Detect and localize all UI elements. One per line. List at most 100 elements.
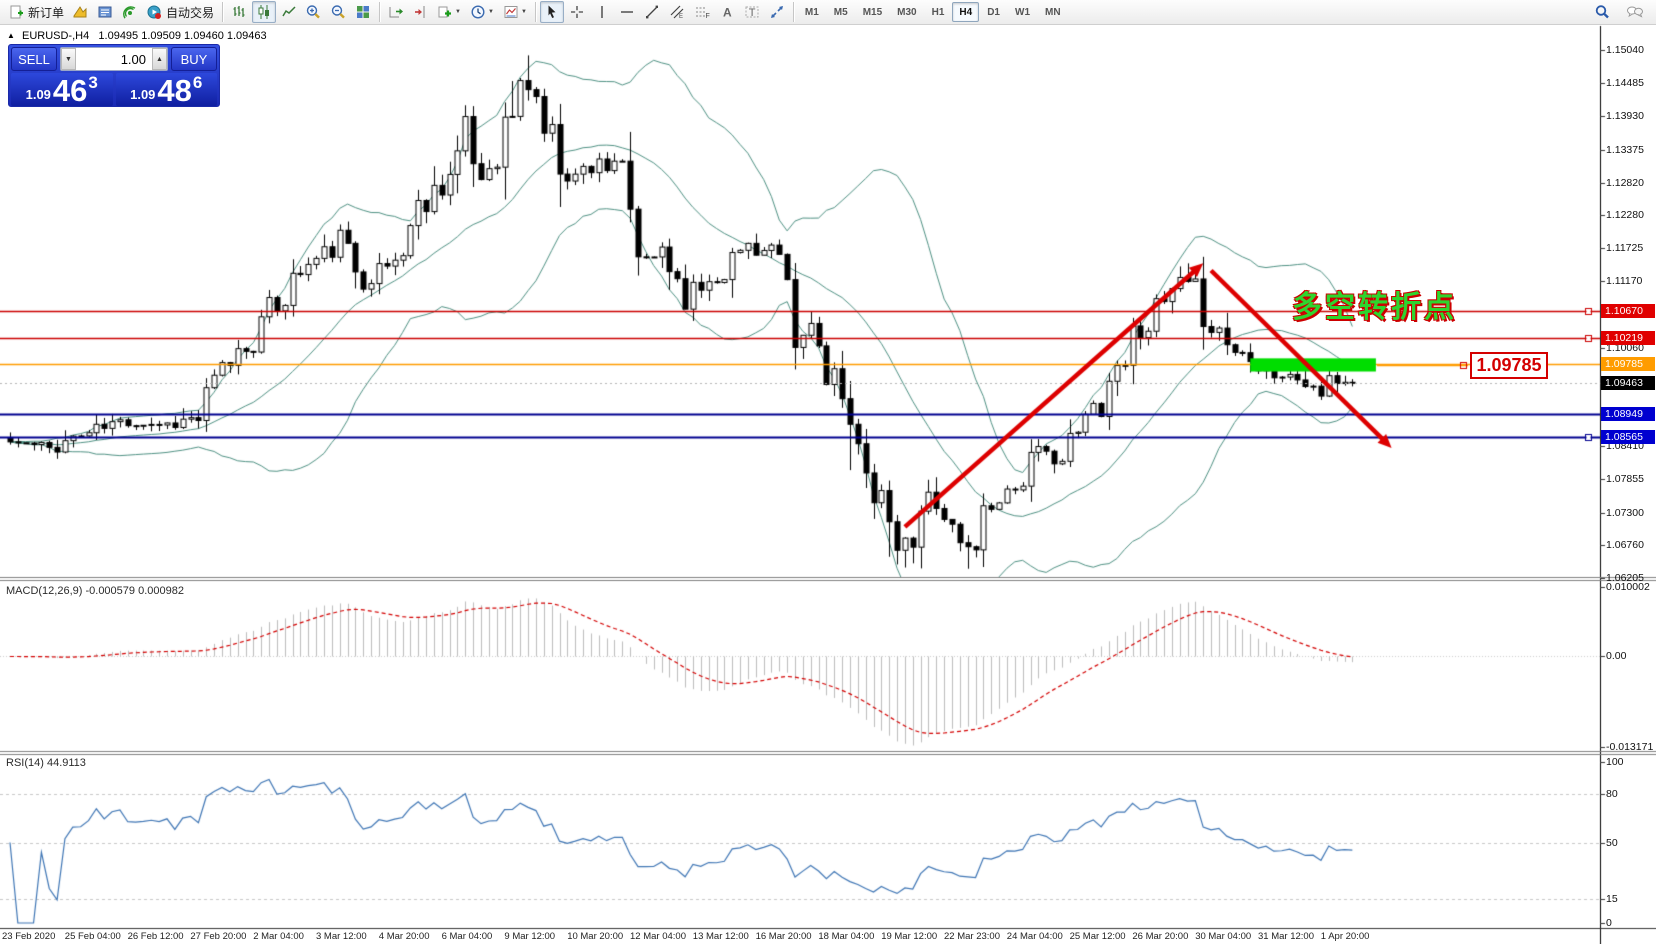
periods-button[interactable]: ▼ (466, 1, 498, 23)
volume-input[interactable]: 1.00 (76, 48, 152, 70)
svg-text:T: T (749, 7, 756, 19)
zoom-in-icon (305, 4, 321, 20)
label-button[interactable]: T (740, 1, 764, 23)
turning-point-annotation: 多空转折点 (1292, 282, 1457, 326)
timeframe-mn-button[interactable]: MN (1038, 2, 1068, 22)
toolbar-separator (793, 2, 794, 22)
chart-shift-button[interactable] (409, 1, 433, 23)
auto-scroll-button[interactable] (384, 1, 408, 23)
toolbar-separator (222, 2, 223, 22)
auto-trading-label: 自动交易 (166, 4, 214, 21)
vertical-line-icon (594, 4, 610, 20)
volume-stepper: ▼ 1.00 ▲ (60, 47, 168, 71)
buy-price-main: 48 (157, 76, 191, 105)
channel-button[interactable]: E (665, 1, 689, 23)
navigator-button[interactable] (118, 1, 142, 23)
timeframe-m15-button[interactable]: M15 (856, 2, 889, 22)
volume-increase-button[interactable]: ▲ (152, 48, 167, 70)
toolbar: 新订单 自动交易 ▼ ▼ ▼ E F A T M1M5M15M30H1H4D1W1MN (0, 0, 1656, 25)
chart-title-symbol: EURUSD-,H4 (22, 30, 89, 42)
cursor-button[interactable] (540, 1, 564, 23)
new-order-icon (8, 4, 24, 20)
indicators-icon (437, 4, 453, 20)
fibonacci-icon: F (694, 4, 710, 20)
chevron-down-icon[interactable]: ▼ (521, 9, 527, 15)
svg-text:E: E (679, 14, 683, 20)
chat-button[interactable] (1622, 1, 1648, 23)
chat-icon (1626, 4, 1644, 20)
toolbar-separator (535, 2, 536, 22)
buy-button[interactable]: BUY (171, 47, 217, 71)
chart-shift-icon (413, 4, 429, 20)
zoom-out-button[interactable] (326, 1, 350, 23)
bar-chart-button[interactable] (227, 1, 251, 23)
data-window-icon (97, 4, 113, 20)
vertical-line-button[interactable] (590, 1, 614, 23)
auto-trading-button[interactable]: 自动交易 (142, 1, 218, 23)
market-watch-icon (72, 4, 88, 20)
toolbar-separator (379, 2, 380, 22)
text-button[interactable]: A (715, 1, 739, 23)
pane-splitter-macd[interactable] (0, 577, 1656, 582)
new-order-label: 新订单 (28, 4, 64, 21)
crosshair-icon (569, 4, 585, 20)
fibonacci-button[interactable]: F (690, 1, 714, 23)
market-watch-button[interactable] (68, 1, 92, 23)
timeframe-w1-button[interactable]: W1 (1008, 2, 1037, 22)
data-window-button[interactable] (93, 1, 117, 23)
zoom-in-button[interactable] (301, 1, 325, 23)
templates-button[interactable]: ▼ (499, 1, 531, 23)
tile-windows-icon (355, 4, 371, 20)
pane-splitter-rsi[interactable] (0, 750, 1656, 755)
chevron-down-icon[interactable]: ▼ (455, 9, 461, 15)
horizontal-line-icon (619, 4, 635, 20)
periods-icon (470, 4, 486, 20)
svg-text:F: F (705, 13, 709, 20)
buy-price-fraction: 6 (193, 73, 202, 93)
collapse-icon[interactable]: ▲ (7, 31, 15, 40)
auto-trading-icon (146, 4, 162, 20)
zoom-out-icon (330, 4, 346, 20)
navigator-icon (122, 4, 138, 20)
timeframe-m5-button[interactable]: M5 (827, 2, 855, 22)
new-order-button[interactable]: 新订单 (4, 1, 68, 23)
timeframe-m1-button[interactable]: M1 (798, 2, 826, 22)
cursor-icon (544, 4, 560, 20)
chart-title-ohlc: 1.09495 1.09509 1.09460 1.09463 (98, 30, 266, 42)
chart-title: ▲ EURUSD-,H4 1.09495 1.09509 1.09460 1.0… (7, 30, 267, 42)
horizontal-line-button[interactable] (615, 1, 639, 23)
timeframe-d1-button[interactable]: D1 (980, 2, 1007, 22)
timeframe-h4-button[interactable]: H4 (952, 2, 979, 22)
trendline-button[interactable] (640, 1, 664, 23)
auto-scroll-icon (388, 4, 404, 20)
svg-text:A: A (723, 6, 732, 20)
timeframe-h1-button[interactable]: H1 (925, 2, 952, 22)
buy-price-display[interactable]: 1.09 48 6 (116, 73, 218, 106)
chevron-down-icon[interactable]: ▼ (488, 9, 494, 15)
one-click-trading-panel: SELL ▼ 1.00 ▲ BUY 1.09 46 3 1.09 48 6 (8, 44, 220, 107)
search-button[interactable] (1590, 1, 1614, 23)
price-callout-box: 1.09785 (1470, 352, 1548, 379)
templates-icon (503, 4, 519, 20)
sell-price-prefix: 1.09 (26, 87, 51, 102)
arrows-button[interactable] (765, 1, 789, 23)
chart-canvas[interactable] (0, 0, 1656, 944)
line-chart-button[interactable] (277, 1, 301, 23)
channel-icon: E (669, 4, 685, 20)
buy-price-prefix: 1.09 (130, 87, 155, 102)
candlestick-button[interactable] (252, 1, 276, 23)
volume-decrease-button[interactable]: ▼ (61, 48, 76, 70)
crosshair-button[interactable] (565, 1, 589, 23)
label-icon: T (744, 4, 760, 20)
sell-price-display[interactable]: 1.09 46 3 (11, 73, 113, 106)
sell-button[interactable]: SELL (11, 47, 57, 71)
line-chart-icon (281, 4, 297, 20)
candlestick-icon (256, 4, 272, 20)
timeframe-m30-button[interactable]: M30 (890, 2, 923, 22)
bar-chart-icon (231, 4, 247, 20)
tile-windows-button[interactable] (351, 1, 375, 23)
indicators-button[interactable]: ▼ (433, 1, 465, 23)
arrows-icon (769, 4, 785, 20)
text-icon: A (719, 4, 735, 20)
trendline-icon (644, 4, 660, 20)
